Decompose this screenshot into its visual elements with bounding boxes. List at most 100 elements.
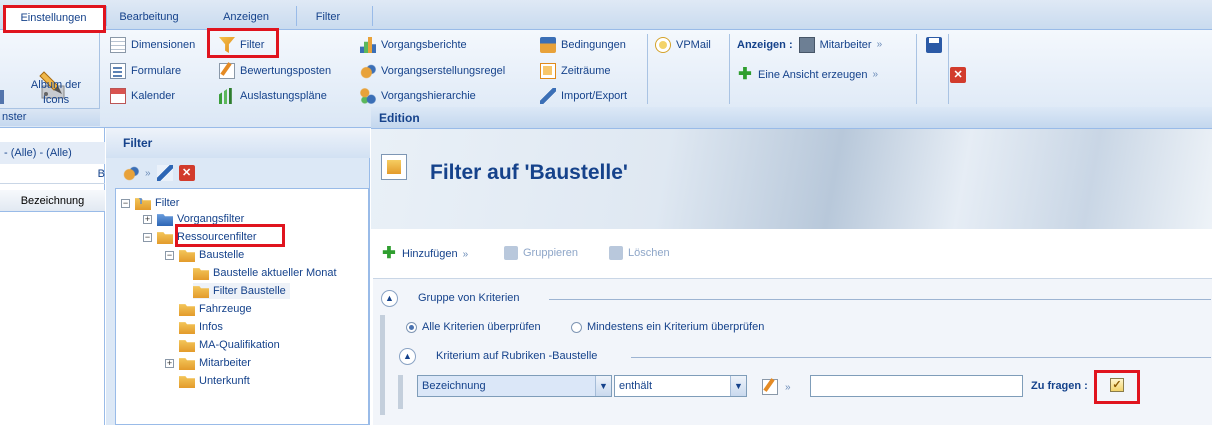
- tree-node-ressourcenfilter[interactable]: − Ressourcenfilter: [143, 229, 256, 245]
- ribbon-vorgangshierarchie[interactable]: Vorgangshierarchie: [360, 87, 476, 105]
- left-list-pane: - (Alle) - (Alle) B Bezeichnung: [0, 128, 105, 425]
- tree-node-label: Baustelle: [199, 249, 245, 261]
- ribbon-group-album: Album der Icons nster: [0, 30, 100, 126]
- criterion-separator: [631, 357, 1211, 358]
- tab-divider: [106, 6, 107, 26]
- value-type-button[interactable]: »: [762, 379, 791, 395]
- tree-node-baustelle-aktueller-monat[interactable]: Baustelle aktueller Monat: [193, 265, 337, 281]
- radio-selected-icon[interactable]: [406, 321, 417, 333]
- ribbon-item-label: Filter: [240, 39, 265, 51]
- filter-document-icon: [381, 154, 407, 180]
- ribbon-item-label: Bedingungen: [561, 39, 626, 51]
- tab-filter[interactable]: Filter: [300, 6, 356, 30]
- ribbon-divider: [647, 34, 648, 104]
- creation-rule-icon: [360, 63, 376, 79]
- ribbon-item-label: Dimensionen: [131, 39, 196, 51]
- ribbon-import-export[interactable]: Import/Export: [540, 87, 627, 105]
- tab-bearbeitung[interactable]: Bearbeitung: [108, 6, 190, 30]
- conditions-icon: [540, 37, 556, 53]
- filter-summary: - (Alle) - (Alle): [0, 142, 105, 164]
- ribbon-vpmail[interactable]: VPMail: [655, 36, 711, 54]
- ribbon-filter[interactable]: Filter: [219, 36, 264, 54]
- tab-einstellungen[interactable]: Einstellungen: [3, 6, 104, 30]
- report-icon: [360, 37, 376, 53]
- tree-node-infos[interactable]: Infos: [179, 319, 223, 335]
- collapse-group-icon[interactable]: ▲: [381, 290, 398, 307]
- tree-node-filter-baustelle[interactable]: Filter Baustelle: [193, 283, 290, 299]
- chevron-down-icon[interactable]: ▼: [595, 376, 611, 396]
- delete-icon[interactable]: ✕: [950, 67, 967, 83]
- calendar-icon: [110, 88, 126, 104]
- ribbon-vorgangsberichte[interactable]: Vorgangsberichte: [360, 36, 467, 54]
- tab-anzeigen[interactable]: Anzeigen: [210, 6, 282, 30]
- collapse-icon[interactable]: −: [121, 198, 130, 208]
- ribbon-dimensionen[interactable]: Dimensionen: [110, 36, 195, 54]
- chevron-down-icon[interactable]: »: [145, 168, 151, 179]
- tree-node-baustelle[interactable]: − Baustelle: [165, 247, 244, 263]
- album-label-line-2: Icons: [42, 94, 70, 106]
- ribbon-divider: [729, 34, 730, 104]
- group-indent-strip: [380, 315, 385, 415]
- collapse-criterion-icon[interactable]: ▲: [399, 348, 416, 365]
- add-filter-icon[interactable]: [123, 165, 139, 181]
- ribbon-kalender[interactable]: Kalender: [110, 87, 175, 105]
- filter-item-icon: [193, 286, 209, 298]
- ribbon-create-view[interactable]: ✚ Eine Ansicht erzeugen »: [737, 66, 878, 84]
- tree-node-ma-qualifikation[interactable]: MA-Qualifikation: [179, 337, 280, 353]
- ribbon-cut-marker: [0, 90, 4, 104]
- ribbon-vorgangserstellungsregel[interactable]: Vorgangserstellungsregel: [360, 62, 505, 80]
- ribbon-formulare[interactable]: Formulare: [110, 62, 181, 80]
- tree-node-label: Filter Baustelle: [213, 285, 286, 297]
- folder-icon: [179, 358, 195, 370]
- operator-select-value: enthält: [619, 380, 653, 392]
- column-group-header: B: [0, 164, 105, 184]
- folder-icon: [179, 340, 195, 352]
- move-filter-icon[interactable]: [156, 165, 173, 181]
- ribbon-zeitraeume[interactable]: Zeiträume: [540, 62, 611, 80]
- ribbon-bedingungen[interactable]: Bedingungen: [540, 36, 626, 54]
- column-header-bezeichnung[interactable]: Bezeichnung: [0, 190, 105, 212]
- tree-node-vorgangsfilter[interactable]: + Vorgangsfilter: [143, 211, 244, 227]
- ribbon-item-label: Import/Export: [561, 90, 628, 102]
- expand-icon[interactable]: +: [143, 214, 152, 224]
- save-icon[interactable]: [926, 37, 942, 53]
- chevron-down-icon[interactable]: »: [785, 382, 791, 393]
- radio-all-criteria[interactable]: Alle Kriterien überprüfen: [406, 321, 541, 333]
- delete-filter-icon[interactable]: ✕: [178, 165, 195, 181]
- tree-node-mitarbeiter[interactable]: + Mitarbeiter: [165, 355, 251, 371]
- expand-icon[interactable]: +: [165, 358, 174, 368]
- filter-folder-icon: [135, 198, 151, 210]
- radio-any-criterion[interactable]: Mindestens ein Kriterium überprüfen: [571, 321, 764, 333]
- monitor-icon: [798, 37, 815, 53]
- delete-button-label: Löschen: [628, 247, 670, 259]
- ribbon-item-label: Eine Ansicht erzeugen: [758, 69, 868, 81]
- filter-tree: − Filter + Vorgangsfilter − Ressourcenfilte…: [115, 188, 369, 425]
- tree-node-filter-root[interactable]: − Filter: [121, 195, 179, 211]
- delete-button[interactable]: Löschen: [609, 246, 670, 260]
- plus-icon: ✚: [382, 245, 396, 262]
- operator-select[interactable]: enthält ▼: [614, 375, 747, 397]
- value-input[interactable]: [810, 375, 1023, 397]
- ribbon-item-label: Kalender: [131, 90, 176, 102]
- tree-node-fahrzeuge[interactable]: Fahrzeuge: [179, 301, 252, 317]
- filter-icon: [219, 37, 235, 53]
- ribbon-auslastungsplaene[interactable]: Auslastungspläne: [219, 87, 327, 105]
- chevron-down-icon[interactable]: »: [877, 36, 883, 54]
- radio-all-label: Alle Kriterien überprüfen: [422, 321, 541, 333]
- chevron-down-icon[interactable]: ▼: [730, 376, 746, 396]
- edition-toolbar: ✚ Hinzufügen » Gruppieren Löschen: [371, 238, 1212, 268]
- collapse-icon[interactable]: −: [165, 250, 174, 260]
- collapse-icon[interactable]: −: [143, 232, 152, 242]
- album-button-label[interactable]: Album der Icons: [24, 78, 88, 108]
- ribbon-item-label: Zeiträume: [561, 65, 611, 77]
- chevron-down-icon[interactable]: »: [463, 249, 469, 260]
- radio-unselected-icon[interactable]: [571, 321, 582, 333]
- group-button[interactable]: Gruppieren: [504, 246, 578, 260]
- ribbon-anzeigen-mitarbeiter[interactable]: Anzeigen : Mitarbeiter »: [737, 36, 882, 54]
- chevron-down-icon[interactable]: »: [872, 66, 878, 84]
- ask-checkbox[interactable]: ✓: [1110, 378, 1124, 392]
- tree-node-unterkunft[interactable]: Unterkunft: [179, 373, 250, 389]
- add-button[interactable]: ✚ Hinzufügen »: [381, 246, 468, 262]
- field-select[interactable]: Bezeichnung ▼: [417, 375, 612, 397]
- ribbon-bewertungsposten[interactable]: Bewertungsposten: [219, 62, 331, 80]
